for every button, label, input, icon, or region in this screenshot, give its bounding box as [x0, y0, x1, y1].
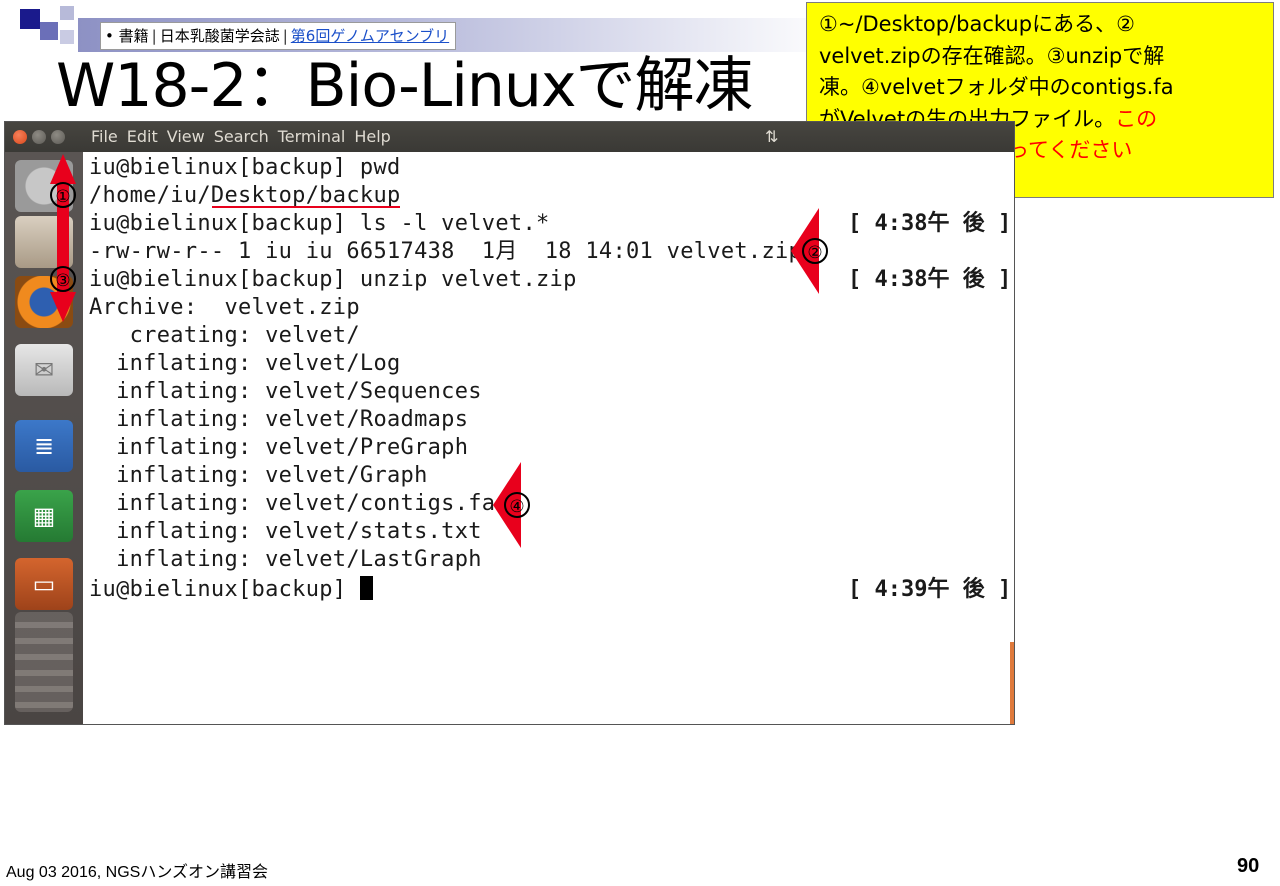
minimize-icon[interactable] — [32, 130, 46, 144]
menu-view[interactable]: View — [167, 122, 211, 152]
corner-square-dark — [20, 9, 40, 29]
close-icon[interactable] — [13, 130, 27, 144]
callout-red-text: この — [1115, 106, 1158, 131]
terminal-line: inflating: velvet/Sequences — [89, 379, 482, 404]
breadcrumb-link-genome-assembly[interactable]: 第6回ゲノムアセンブリ — [291, 27, 449, 45]
menu-search[interactable]: Search — [214, 122, 275, 152]
timestamp: [ 4:39午 後 ] — [848, 577, 1012, 602]
terminal-line: -rw-rw-r-- 1 iu iu 66517438 1月 18 14:01 … — [89, 239, 803, 264]
corner-square-light — [60, 6, 74, 20]
breadcrumb-item-journal: 日本乳酸菌学会誌 — [159, 27, 280, 45]
terminal-line: inflating: velvet/LastGraph — [89, 547, 482, 572]
menu-help[interactable]: Help — [354, 122, 396, 152]
terminal-menubar: File Edit View Search Terminal Help — [91, 122, 400, 152]
trash-stack-icon[interactable] — [15, 612, 73, 712]
breadcrumb-item-books: 書籍 — [118, 27, 149, 45]
mail-icon[interactable]: ✉ — [15, 344, 73, 396]
timestamp: [ 4:38午 後 ] — [848, 211, 1012, 236]
footer-date-event: Aug 03 2016, NGSハンズオン講習会 — [6, 864, 268, 881]
corner-square-mid — [40, 22, 58, 40]
menu-edit[interactable]: Edit — [127, 122, 164, 152]
terminal-line: iu@bielinux[backup] ls -l velvet.* — [89, 211, 550, 236]
terminal-line: inflating: velvet/contigs.fa — [89, 491, 496, 516]
terminal-titlebar[interactable]: File Edit View Search Terminal Help ⇅ — [5, 122, 1014, 152]
slide-title: W18-2：Bio-Linuxで解凍 — [56, 51, 753, 121]
terminal-line: iu@bielinux[backup] pwd — [89, 155, 401, 180]
terminal-line: inflating: velvet/Log — [89, 351, 401, 376]
terminal-cursor — [359, 576, 373, 600]
page-number: 90 — [1237, 855, 1260, 877]
callout-line-1: ①~/Desktop/backupにある、② — [819, 12, 1135, 36]
callout-line-2: velvet.zipの存在確認。③unzipで解 — [819, 43, 1165, 68]
marker-2-label: ② — [802, 238, 828, 264]
callout-line-3: 凍。④velvetフォルダ中のcontigs.fa — [819, 75, 1174, 99]
terminal-line: Archive: velvet.zip — [89, 295, 360, 320]
maximize-icon[interactable] — [51, 130, 65, 144]
impress-icon[interactable]: ▭ — [15, 558, 73, 610]
marker-1-label: ① — [50, 182, 76, 208]
timestamp: [ 4:38午 後 ] — [848, 267, 1012, 292]
calc-icon[interactable]: ▦ — [15, 490, 73, 542]
corner-square-light-2 — [60, 30, 74, 44]
terminal-line: inflating: velvet/Graph — [89, 463, 428, 488]
menu-file[interactable]: File — [91, 122, 124, 152]
terminal-line: iu@bielinux[backup] unzip velvet.zip — [89, 267, 577, 292]
breadcrumb-bullet: • — [105, 27, 114, 45]
network-arrows-icon[interactable]: ⇅ — [765, 122, 778, 152]
writer-icon[interactable]: ≣ — [15, 420, 73, 472]
terminal-window[interactable]: File Edit View Search Terminal Help ⇅ ✉ … — [4, 121, 1015, 725]
menu-terminal[interactable]: Terminal — [278, 122, 352, 152]
terminal-line: inflating: velvet/PreGraph — [89, 435, 469, 460]
terminal-screen[interactable]: iu@bielinux[backup] pwd /home/iu/Desktop… — [85, 152, 1014, 724]
terminal-line: inflating: velvet/stats.txt — [89, 519, 482, 544]
terminal-line: creating: velvet/ — [89, 323, 360, 348]
terminal-scrollbar[interactable] — [1010, 642, 1014, 724]
terminal-line: inflating: velvet/Roadmaps — [89, 407, 469, 432]
marker-3-label: ③ — [50, 266, 76, 292]
terminal-prompt-line: iu@bielinux[backup] — [89, 576, 373, 604]
path-underline — [212, 206, 400, 208]
marker-4-label: ④ — [504, 492, 530, 518]
